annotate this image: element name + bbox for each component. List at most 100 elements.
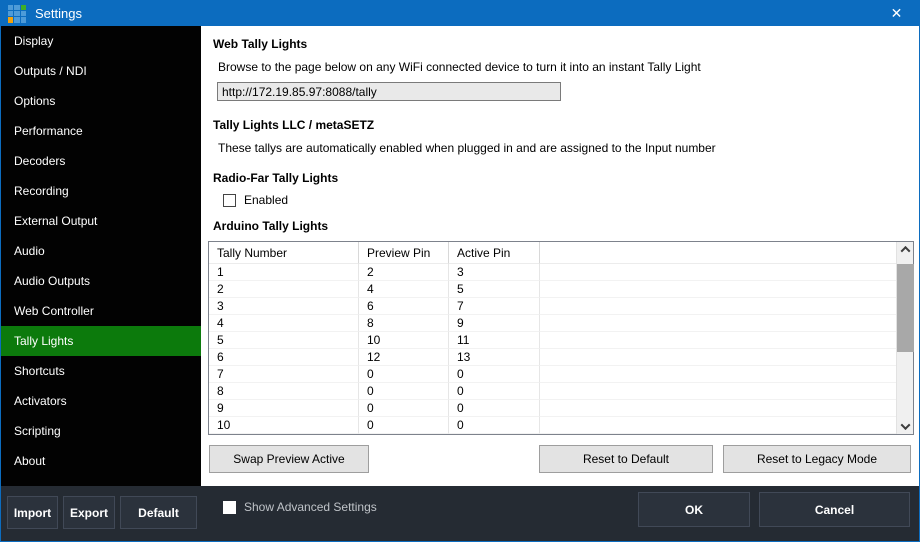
table-cell [540,298,896,315]
default-button[interactable]: Default [120,496,197,529]
titlebar: Settings ✕ [1,1,919,26]
radio-far-enabled-row[interactable]: Enabled [223,193,288,207]
web-tally-title: Web Tally Lights [213,37,308,51]
table-cell: 2 [209,281,359,298]
table-cell [540,264,896,281]
sidebar-nav: Display Outputs / NDI Options Performance De… [1,26,201,486]
window-title: Settings [35,6,82,21]
table-row[interactable]: 5 10 11 [209,332,896,349]
column-header-tally-number[interactable]: Tally Number [209,242,359,264]
table-row[interactable]: 123 [209,264,896,281]
table-row[interactable]: 700 [209,366,896,383]
table-row[interactable]: 10 0 0 [209,417,896,434]
table-cell: 8 [359,315,449,332]
sidebar-item-outputs-ndi[interactable]: Outputs / NDI [1,56,201,86]
llc-title: Tally Lights LLC / metaSETZ [213,118,375,132]
table-cell: 9 [209,400,359,417]
sidebar-item-tally-lights[interactable]: Tally Lights [1,326,201,356]
table-header: Tally Number Preview Pin Active Pin [209,242,896,264]
show-advanced-settings-checkbox[interactable] [223,500,236,514]
sidebar-item-options[interactable]: Options [1,86,201,116]
arduino-table-rows: 1 2 3 2 4 5 3 6 7 4 8 9 5 10 11 6 12 13 7 0 0 8 0 0 9 0 0 10 0 0 [209,264,896,434]
table-row[interactable]: 800 [209,383,896,400]
table-cell: 11 [449,332,540,349]
table-cell [540,315,896,332]
table-cell [540,383,896,400]
table-cell: 1 [209,264,359,281]
table-cell: 4 [359,281,449,298]
sidebar-item-decoders[interactable]: Decoders [1,146,201,176]
table-cell: 8 [209,383,359,400]
table-row[interactable]: 6 12 13 [209,349,896,366]
column-header-active-pin[interactable]: Active Pin [449,242,540,264]
table-row[interactable]: 489 [209,315,896,332]
table-cell: 10 [209,417,359,434]
table-cell: 12 [359,349,449,366]
column-header-empty [540,242,896,264]
table-row[interactable]: 900 [209,400,896,417]
table-row[interactable]: 245 [209,281,896,298]
scrollbar-thumb[interactable] [897,264,914,352]
web-tally-description: Browse to the page below on any WiFi con… [218,60,701,74]
table-cell: 7 [449,298,540,315]
table-cell: 6 [359,298,449,315]
table-cell: 5 [449,281,540,298]
sidebar-item-performance[interactable]: Performance [1,116,201,146]
sidebar-item-recording[interactable]: Recording [1,176,201,206]
arduino-title: Arduino Tally Lights [213,219,329,233]
column-header-preview-pin[interactable]: Preview Pin [359,242,449,264]
app-logo-icon [8,4,26,23]
table-cell: 5 [209,332,359,349]
table-cell: 13 [449,349,540,366]
sidebar-item-shortcuts[interactable]: Shortcuts [1,356,201,386]
table-cell: 6 [209,349,359,366]
sidebar-item-audio-outputs[interactable]: Audio Outputs [1,266,201,296]
import-button[interactable]: Import [7,496,58,529]
enabled-checkbox-label: Enabled [244,193,289,207]
ok-button[interactable]: OK [638,492,750,527]
sidebar-item-audio[interactable]: Audio [1,236,201,266]
arduino-tally-table: Tally Number Preview Pin Active Pin 1232… [208,241,914,435]
enabled-checkbox[interactable] [223,193,236,207]
table-cell: 0 [449,417,540,434]
table-cell [540,349,896,366]
footer-bar: Import Export Default Show Advanced Sett… [1,486,919,541]
scroll-down-icon[interactable] [897,419,914,434]
table-scrollbar[interactable] [896,242,914,434]
main-content: Web Tally Lights Browse to the page belo… [201,26,919,486]
table-cell [540,417,896,434]
table-row[interactable]: 367 [209,298,896,315]
reset-to-legacy-mode-button[interactable]: Reset to Legacy Mode [723,445,911,473]
reset-to-default-button[interactable]: Reset to Default [539,445,713,473]
sidebar-item-about[interactable]: About [1,446,201,476]
sidebar-item-web-controller[interactable]: Web Controller [1,296,201,326]
llc-description: These tallys are automatically enabled w… [218,141,716,155]
table-cell: 0 [359,383,449,400]
show-advanced-settings-label: Show Advanced Settings [244,500,377,514]
table-cell [540,281,896,298]
table-cell [540,332,896,349]
sidebar-item-display[interactable]: Display [1,26,201,56]
settings-window: Settings ✕ Display Outputs / NDI Options Pe… [0,0,920,542]
table-cell: 2 [359,264,449,281]
table-cell: 0 [449,400,540,417]
cancel-button[interactable]: Cancel [759,492,910,527]
table-cell: 0 [359,366,449,383]
swap-preview-active-button[interactable]: Swap Preview Active [209,445,369,473]
sidebar-item-activators[interactable]: Activators [1,386,201,416]
show-advanced-settings-row[interactable]: Show Advanced Settings [223,500,377,514]
scroll-up-icon[interactable] [897,242,914,257]
sidebar-item-external-output[interactable]: External Output [1,206,201,236]
radio-far-title: Radio-Far Tally Lights [213,171,339,185]
table-cell: 0 [449,383,540,400]
close-icon[interactable]: ✕ [874,1,919,26]
export-button[interactable]: Export [63,496,115,529]
table-cell: 0 [359,400,449,417]
table-cell [540,400,896,417]
sidebar-item-scripting[interactable]: Scripting [1,416,201,446]
tally-url-input[interactable] [217,82,561,101]
table-cell: 0 [449,366,540,383]
table-cell [540,366,896,383]
table-cell: 0 [359,417,449,434]
table-cell: 10 [359,332,449,349]
